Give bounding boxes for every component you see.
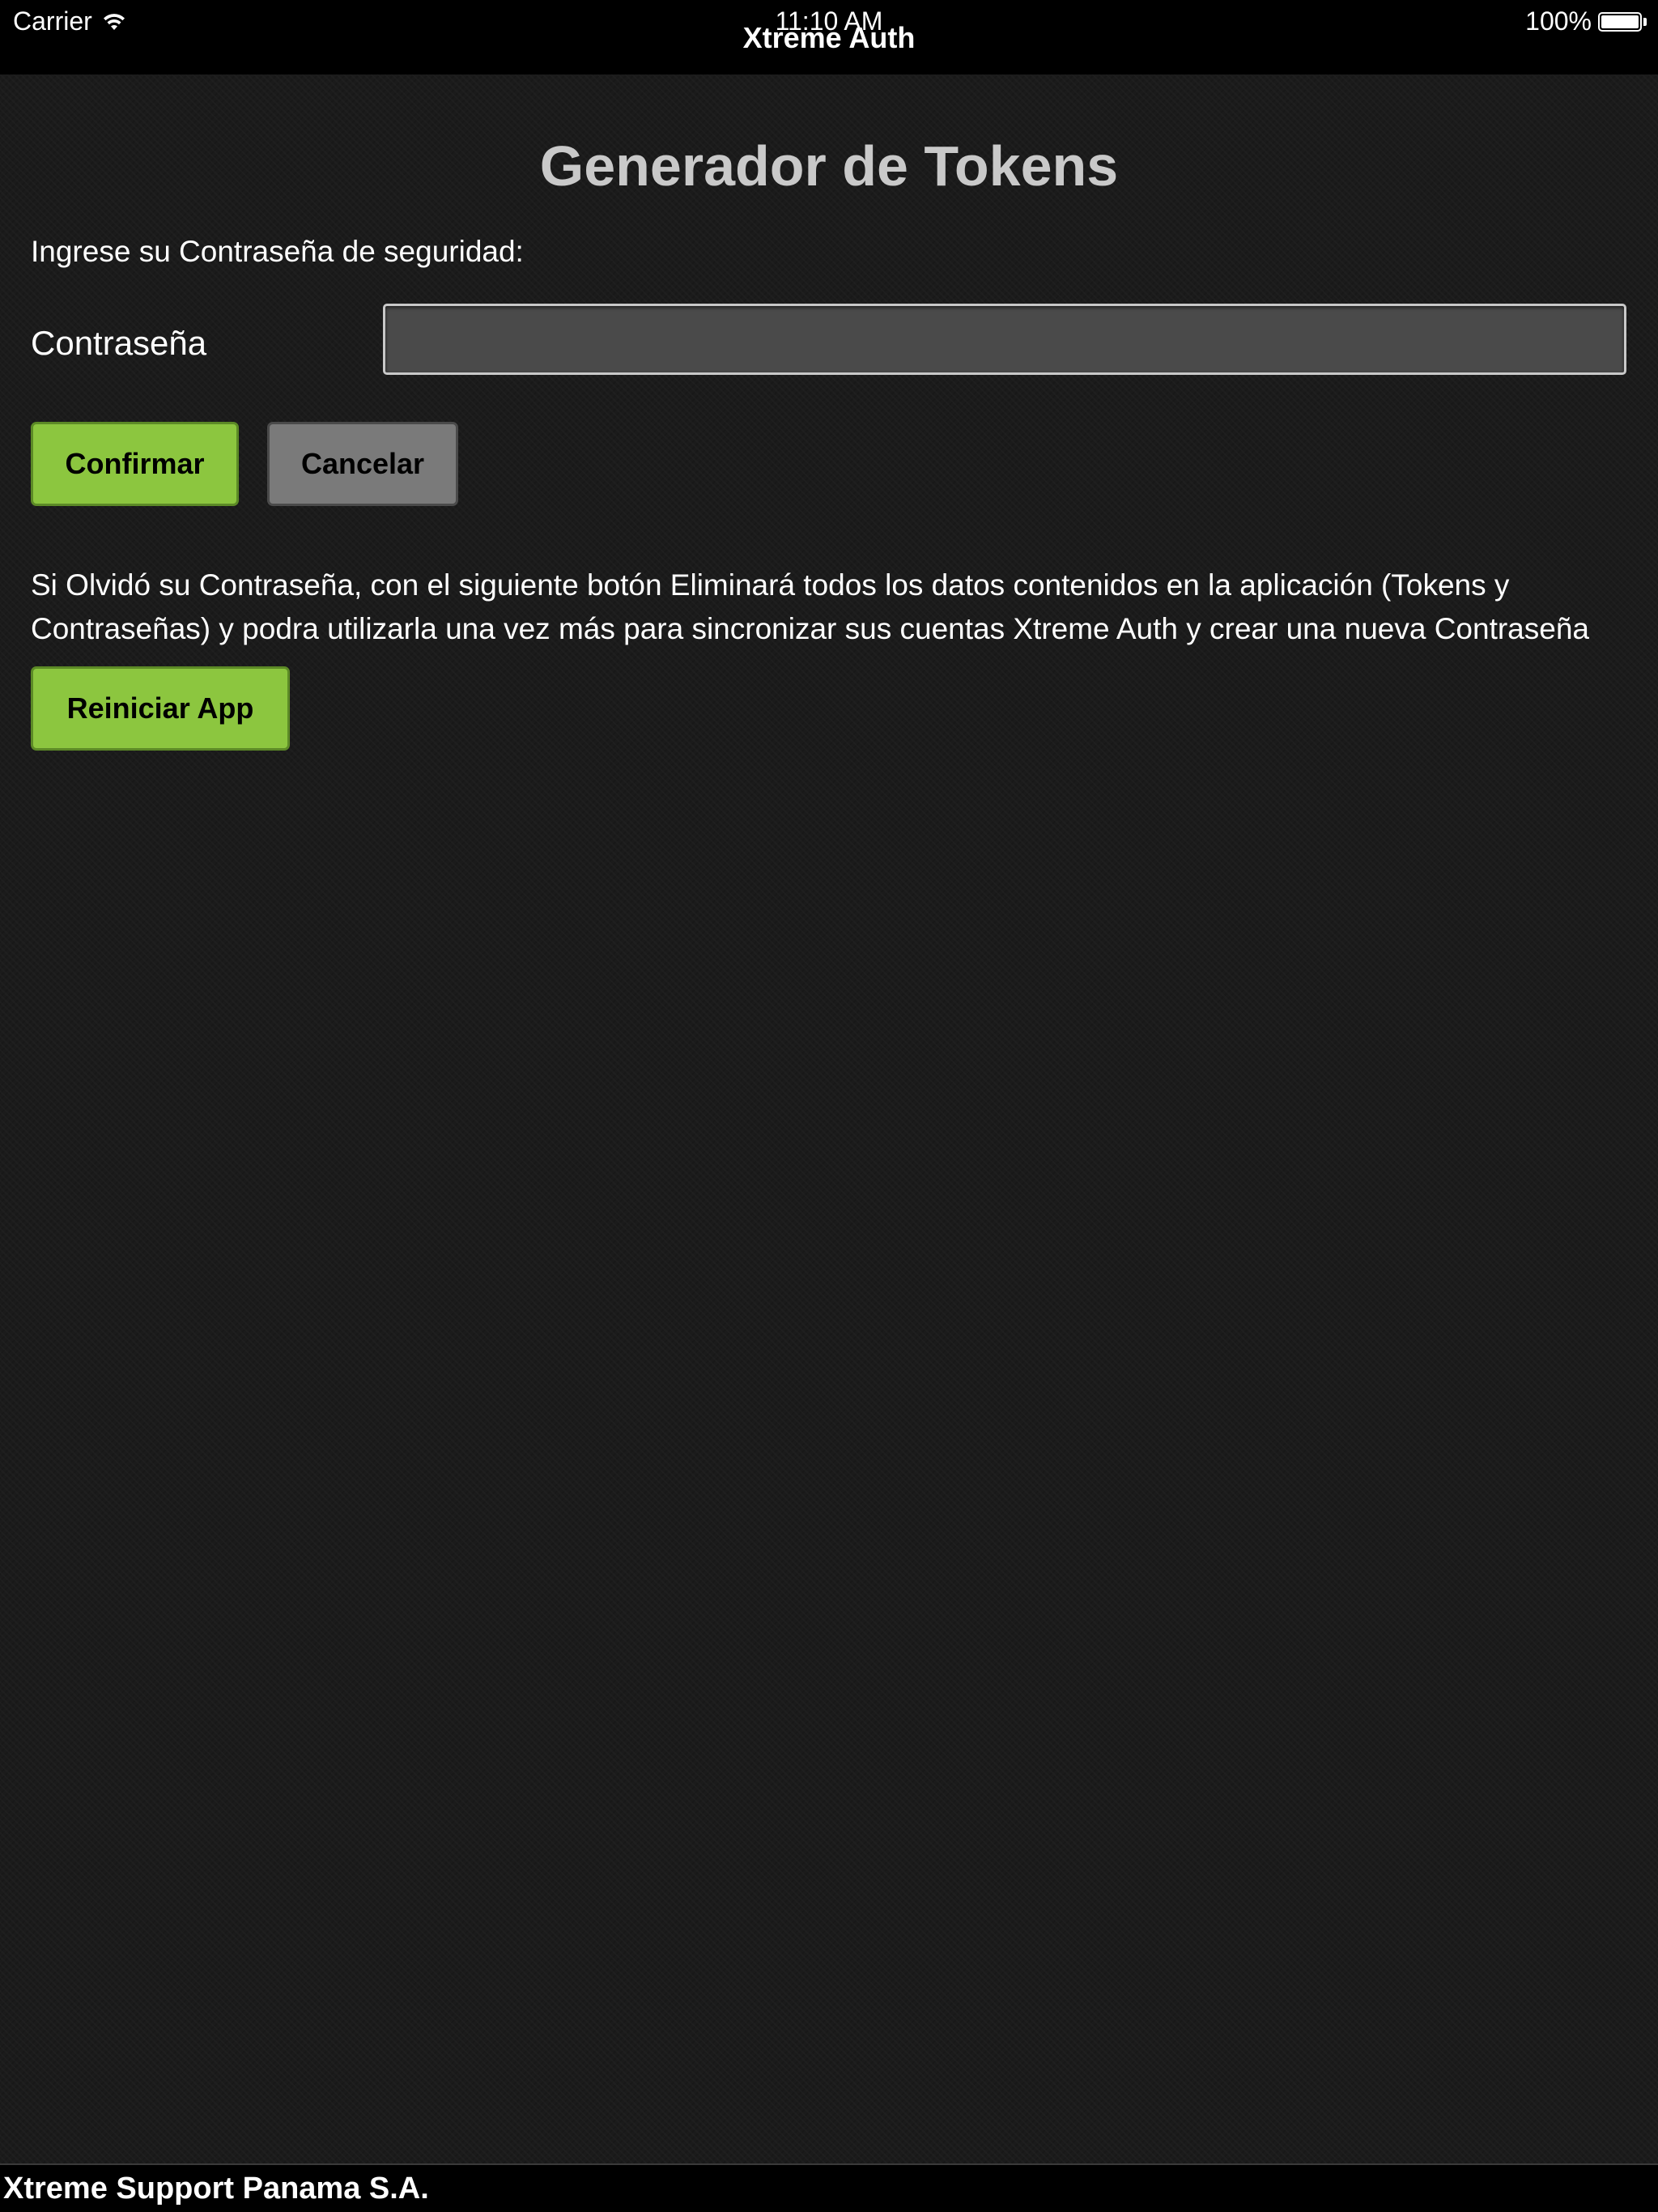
- password-prompt: Ingrese su Contraseña de seguridad:: [31, 235, 524, 268]
- footer-company: Xtreme Support Panama S.A.: [3, 2172, 429, 2206]
- password-input[interactable]: [383, 304, 1626, 375]
- battery-percent: 100%: [1525, 6, 1592, 36]
- password-label: Contraseña: [31, 324, 207, 362]
- footer: Xtreme Support Panama S.A.: [0, 2163, 1658, 2212]
- confirm-button[interactable]: Confirmar: [31, 422, 239, 506]
- battery-icon: [1598, 11, 1647, 32]
- reset-info-text: Si Olvidó su Contraseña, con el siguient…: [31, 568, 1589, 645]
- battery-indicator: 100%: [1525, 6, 1647, 36]
- status-bar: Carrier 11:10 AM Xtreme Auth 100%: [0, 0, 1658, 74]
- reset-app-button[interactable]: Reiniciar App: [31, 666, 290, 751]
- cancel-button[interactable]: Cancelar: [267, 422, 458, 506]
- app-title: Xtreme Auth: [742, 21, 916, 54]
- page-title: Generador de Tokens: [539, 134, 1119, 198]
